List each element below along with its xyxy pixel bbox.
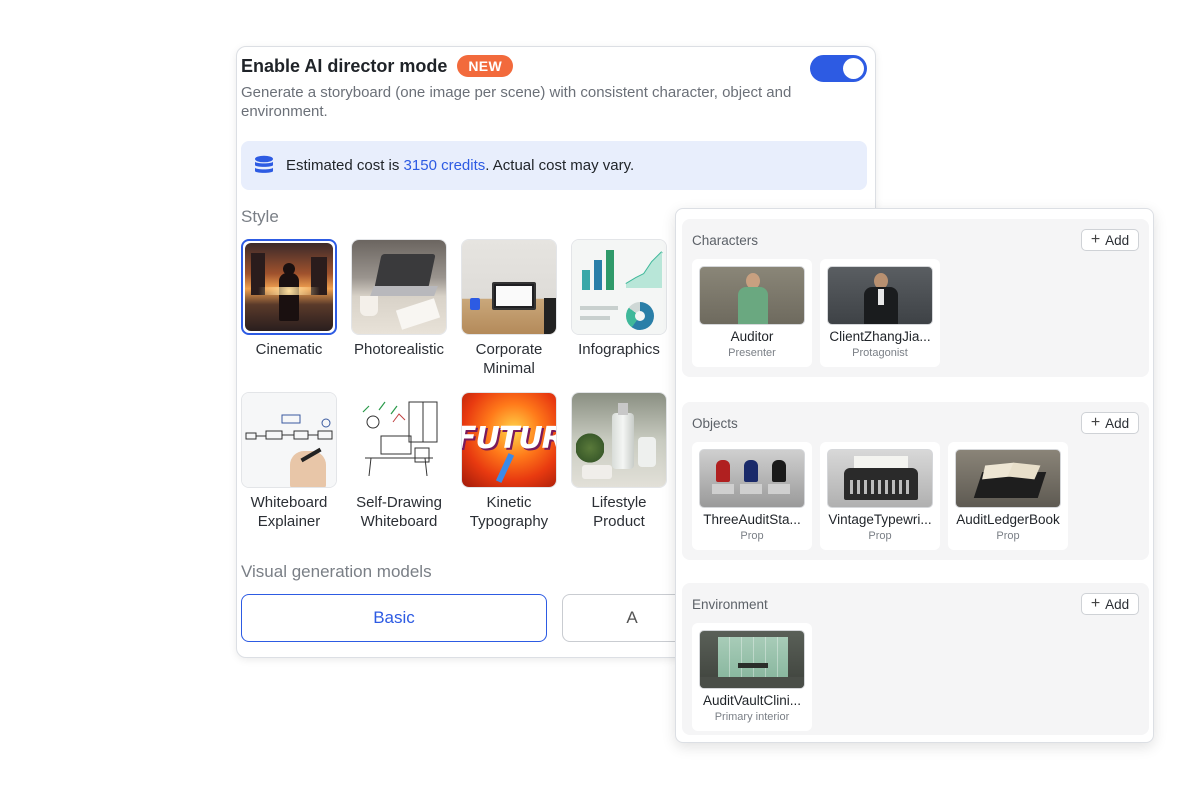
three-audit-stamps-image (699, 449, 805, 508)
add-object-button[interactable]: + Add (1081, 412, 1139, 434)
style-card-cinematic[interactable]: Cinematic (241, 239, 337, 359)
asset-name: ClientZhangJia... (829, 329, 931, 344)
style-thumb (241, 392, 337, 488)
director-header: Enable AI director mode NEW (241, 55, 513, 77)
plus-icon: + (1090, 414, 1101, 431)
asset-name: AuditVaultClini... (702, 693, 802, 708)
asset-card-clientzhangjia[interactable]: ClientZhangJia... Protagonist (820, 259, 940, 367)
toggle-knob (843, 58, 864, 79)
plus-icon: + (1090, 595, 1101, 612)
style-card-whiteboard-explainer[interactable]: Whiteboard Explainer (241, 392, 337, 531)
style-thumb (351, 392, 447, 488)
style-label: Corporate Minimal (475, 341, 543, 377)
add-environment-button[interactable]: + Add (1081, 593, 1139, 615)
models-section-label: Visual generation models (241, 562, 432, 581)
asset-name: AuditLedgerBook (956, 512, 1060, 527)
style-card-corporate-minimal[interactable]: Corporate Minimal (461, 239, 557, 378)
asset-role: Primary interior (714, 711, 790, 723)
self-drawing-whiteboard-image (351, 392, 447, 488)
style-label: Photorealistic (353, 341, 445, 358)
photorealistic-image (352, 240, 446, 334)
style-label: Whiteboard Explainer (250, 494, 328, 530)
style-thumb (571, 239, 667, 335)
objects-title: Objects (692, 416, 738, 431)
cost-suffix: . Actual cost may vary. (485, 157, 635, 174)
lifestyle-product-image (572, 393, 666, 487)
asset-name: Auditor (730, 329, 774, 344)
asset-name: VintageTypewri... (828, 512, 932, 527)
style-label: Cinematic (255, 341, 323, 358)
add-label: Add (1105, 415, 1130, 431)
cost-prefix: Estimated cost is (286, 157, 404, 174)
database-icon (255, 155, 273, 173)
style-thumb (571, 392, 667, 488)
corporate-minimal-image (462, 240, 556, 334)
whiteboard-explainer-image (242, 393, 336, 487)
asset-card-auditledgerbook[interactable]: AuditLedgerBook Prop (948, 442, 1068, 550)
new-badge: NEW (457, 55, 513, 77)
environment-title: Environment (692, 597, 768, 612)
add-character-button[interactable]: + Add (1081, 229, 1139, 251)
kinetic-typography-image: FUTURE (462, 393, 556, 487)
cost-credits: 3150 credits (403, 157, 486, 174)
style-label: Infographics (578, 341, 660, 358)
cost-text: Estimated cost is 3150 credits. Actual c… (286, 157, 634, 174)
characters-section: Characters + Add Auditor Presenter Clien… (682, 219, 1149, 377)
style-card-kinetic-typography[interactable]: FUTURE Kinetic Typography (461, 392, 557, 531)
asset-role: Protagonist (852, 347, 908, 359)
characters-title: Characters (692, 233, 759, 248)
environment-section: Environment + Add AuditVaultClini... Pri… (682, 583, 1149, 735)
style-thumb (241, 239, 337, 335)
asset-role: Presenter (728, 347, 776, 359)
add-label: Add (1105, 596, 1130, 612)
style-card-self-drawing-whiteboard[interactable]: Self-Drawing Whiteboard (351, 392, 447, 531)
style-section-label: Style (241, 207, 279, 226)
assets-panel: Characters + Add Auditor Presenter Clien… (675, 208, 1154, 743)
asset-card-threeauditstamps[interactable]: ThreeAuditSta... Prop (692, 442, 812, 550)
asset-card-auditvaultclinic[interactable]: AuditVaultClini... Primary interior (692, 623, 812, 731)
style-card-lifestyle-product[interactable]: Lifestyle Product (571, 392, 667, 531)
style-card-photorealistic[interactable]: Photorealistic (351, 239, 447, 359)
audit-ledger-book-image (955, 449, 1061, 508)
model-option-basic[interactable]: Basic (241, 594, 547, 642)
estimated-cost-box: Estimated cost is 3150 credits. Actual c… (241, 141, 867, 190)
objects-section: Objects + Add ThreeAuditSta... Prop Vint… (682, 402, 1149, 560)
style-label: Kinetic Typography (469, 494, 549, 530)
style-thumb: FUTURE (461, 392, 557, 488)
cinematic-image (245, 243, 333, 331)
vintage-typewriter-image (827, 449, 933, 508)
asset-role: Prop (740, 530, 764, 542)
kinetic-text: FUTURE (462, 421, 556, 456)
asset-card-vintagetypewriter[interactable]: VintageTypewri... Prop (820, 442, 940, 550)
asset-role: Prop (868, 530, 892, 542)
asset-role: Prop (996, 530, 1020, 542)
asset-name: ThreeAuditSta... (703, 512, 801, 527)
add-label: Add (1105, 232, 1130, 248)
style-grid: Cinematic Photorealistic Corporate Minim… (241, 239, 681, 539)
plus-icon: + (1090, 231, 1101, 248)
audit-vault-clinic-image (699, 630, 805, 689)
director-description: Generate a storyboard (one image per sce… (241, 84, 792, 120)
infographics-image (572, 240, 666, 334)
director-title: Enable AI director mode (241, 55, 448, 76)
style-card-infographics[interactable]: Infographics (571, 239, 667, 359)
style-label: Lifestyle Product (591, 494, 647, 530)
style-thumb (351, 239, 447, 335)
asset-card-auditor[interactable]: Auditor Presenter (692, 259, 812, 367)
style-label: Self-Drawing Whiteboard (356, 494, 442, 530)
director-mode-toggle[interactable] (810, 55, 867, 82)
clientzhangjia-image (827, 266, 933, 325)
auditor-image (699, 266, 805, 325)
style-thumb (461, 239, 557, 335)
